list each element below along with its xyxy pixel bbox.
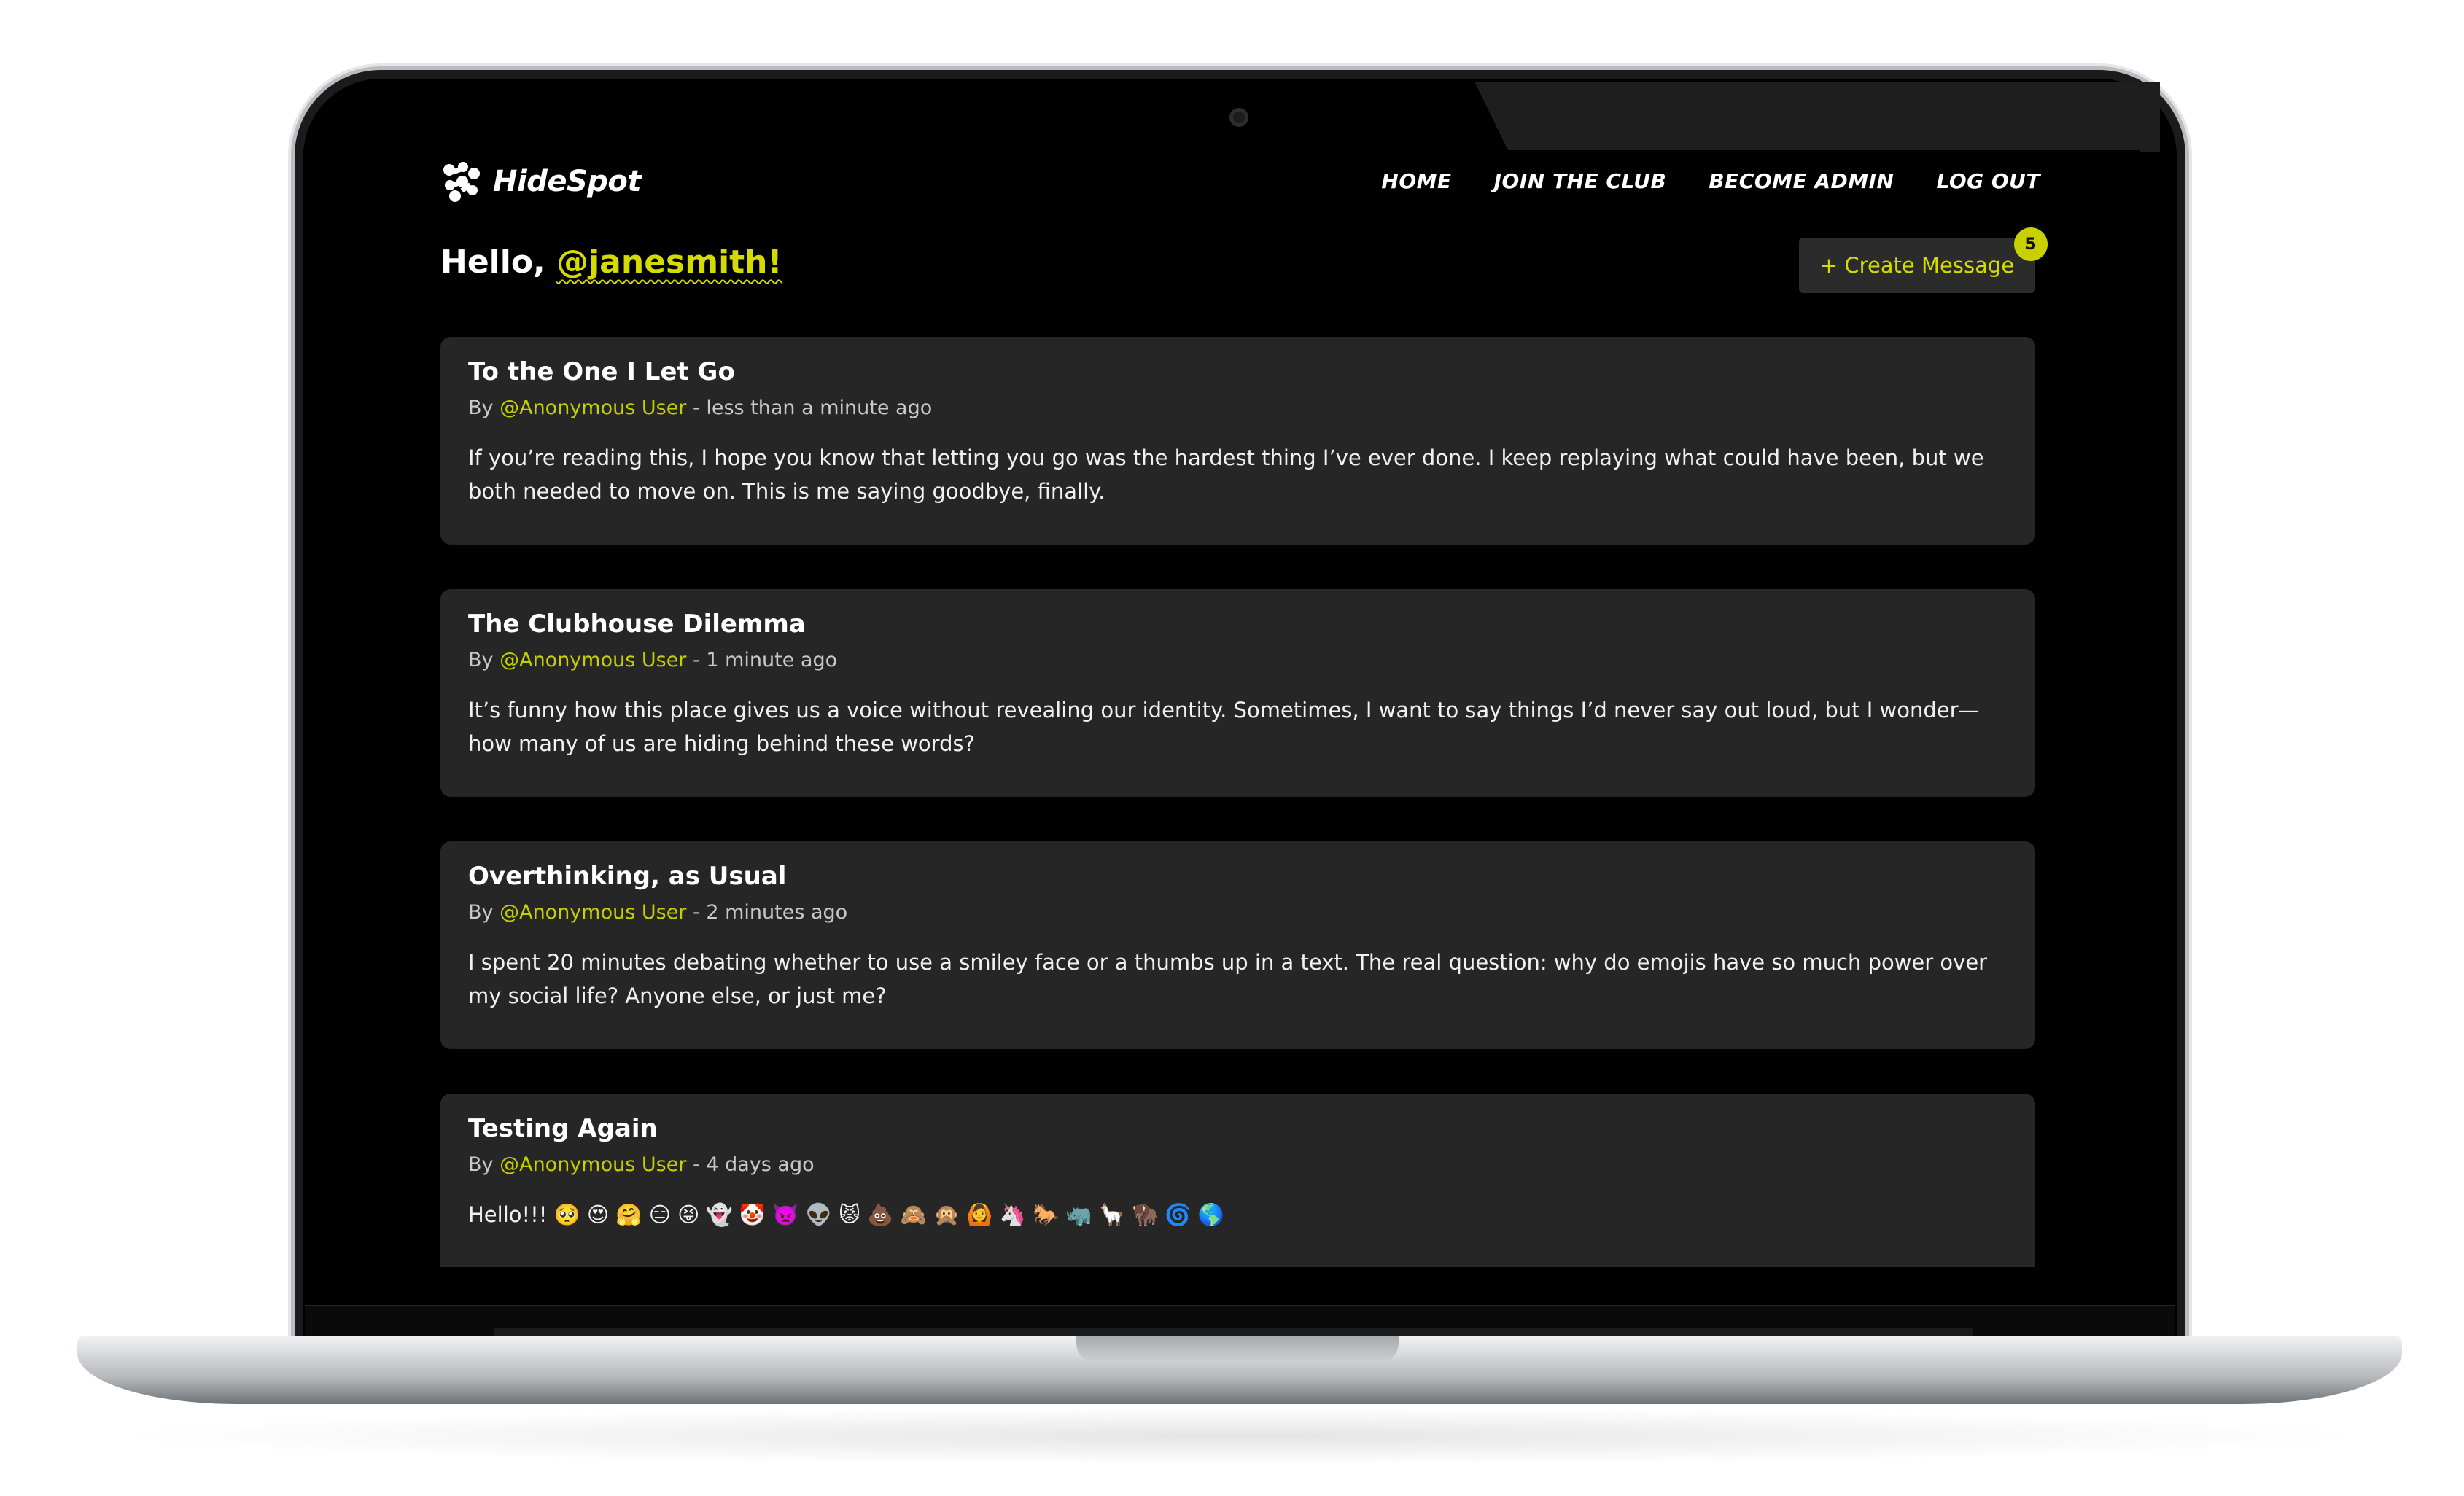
message-count-badge: 5 [2014, 227, 2048, 261]
message-by: By [468, 901, 500, 924]
greeting-username: @janesmith! [556, 244, 782, 281]
message-card: To the One I Let Go By @Anonymous User -… [440, 337, 2035, 545]
message-meta: By @Anonymous User - less than a minute … [468, 397, 2008, 419]
message-time: - less than a minute ago [686, 397, 933, 419]
navbar: HideSpot HOME JOIN THE CLUB BECOME ADMIN… [303, 150, 2140, 220]
create-message-button[interactable]: + Create Message [1799, 238, 2035, 293]
message-by: By [468, 1153, 500, 1176]
message-by: By [468, 649, 500, 671]
nav-log-out[interactable]: LOG OUT [1936, 169, 2040, 193]
message-card: Overthinking, as Usual By @Anonymous Use… [440, 841, 2035, 1049]
nav-become-admin[interactable]: BECOME ADMIN [1709, 169, 1894, 193]
message-time: - 2 minutes ago [686, 901, 848, 924]
message-time: - 4 days ago [686, 1153, 815, 1176]
message-author: @Anonymous User [500, 901, 687, 924]
message-title: Overthinking, as Usual [468, 862, 787, 891]
brand-home-link[interactable]: HideSpot [440, 160, 642, 203]
message-body: Hello!!! 🥺 😍 🤗 😑 😝 👻 🤡 👿 👽 😾 💩 🙈 🙊 🙆 🦄 🐎… [468, 1202, 1224, 1227]
nav-links: HOME JOIN THE CLUB BECOME ADMIN LOG OUT [1381, 169, 2040, 193]
message-meta: By @Anonymous User - 4 days ago [468, 1153, 2008, 1176]
message-card: The Clubhouse Dilemma By @Anonymous User… [440, 589, 2035, 797]
bezel-glare [1474, 82, 2160, 152]
message-by: By [468, 397, 500, 419]
laptop-shadow [102, 1407, 2377, 1465]
app-screen: HideSpot HOME JOIN THE CLUB BECOME ADMIN… [303, 150, 2140, 1267]
greeting-heading: Hello, @janesmith! [440, 244, 782, 281]
nav-home[interactable]: HOME [1381, 169, 1451, 193]
message-time: - 1 minute ago [686, 649, 838, 671]
message-author: @Anonymous User [500, 397, 687, 419]
greeting-prefix: Hello, [440, 244, 557, 281]
message-author: @Anonymous User [500, 1153, 687, 1176]
message-meta: By @Anonymous User - 1 minute ago [468, 649, 2008, 671]
laptop-mockup: HideSpot HOME JOIN THE CLUB BECOME ADMIN… [0, 0, 2464, 1496]
webcam-icon [1229, 108, 1248, 127]
message-card: Testing Again By @Anonymous User - 4 day… [440, 1094, 2035, 1267]
brand-name: HideSpot [493, 165, 642, 198]
message-meta: By @Anonymous User - 2 minutes ago [468, 901, 2008, 924]
message-body: It’s funny how this place gives us a voi… [468, 698, 1980, 756]
message-title: The Clubhouse Dilemma [468, 609, 806, 639]
puzzle-logo-icon [443, 162, 480, 202]
message-body: If you’re reading this, I hope you know … [468, 445, 1984, 504]
nav-join-the-club[interactable]: JOIN THE CLUB [1494, 169, 1667, 193]
message-body: I spent 20 minutes debating whether to u… [468, 950, 1988, 1008]
message-title: To the One I Let Go [468, 357, 735, 386]
laptop-base-notch [1076, 1336, 1399, 1363]
message-author: @Anonymous User [500, 649, 687, 671]
message-title: Testing Again [468, 1114, 658, 1143]
